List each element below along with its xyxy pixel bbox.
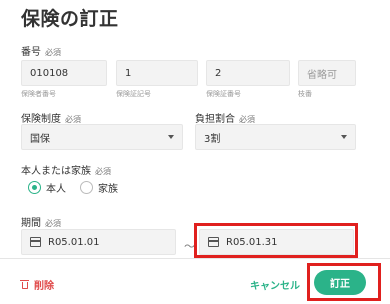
card-number-input[interactable]: 2: [206, 60, 290, 86]
highlight-box-end-date: [194, 223, 358, 258]
required-badge: 必須: [239, 115, 255, 124]
insurance-system-select[interactable]: 国保: [21, 124, 183, 150]
card-symbol-caption: 保険証記号: [116, 90, 151, 98]
system-label: 保険制度 必須: [21, 110, 81, 125]
cancel-button[interactable]: キャンセル: [250, 277, 300, 292]
delete-label: 削除: [34, 281, 54, 292]
period-start-date-input[interactable]: R05.01.01: [21, 229, 176, 255]
delete-button[interactable]: 削除: [20, 277, 54, 292]
chevron-down-icon: [168, 135, 174, 139]
page-title: 保険の訂正: [21, 8, 119, 30]
chevron-down-icon: [341, 135, 347, 139]
calendar-icon: [30, 237, 41, 247]
required-badge: 必須: [95, 167, 111, 176]
period-label-text: 期間: [21, 218, 41, 229]
card-symbol-input[interactable]: 1: [116, 60, 198, 86]
trash-icon: [20, 279, 29, 290]
number-label: 番号 必須: [21, 43, 61, 58]
branch-number-input[interactable]: 省略可: [298, 60, 356, 86]
card-number-caption: 保険証番号: [206, 90, 241, 98]
burden-ratio-select[interactable]: 3割: [195, 124, 356, 150]
radio-selected-icon[interactable]: [28, 181, 41, 194]
footer-divider: [0, 258, 390, 259]
radio-option-family[interactable]: 家族: [80, 180, 118, 195]
insurer-number-input[interactable]: 010108: [21, 60, 107, 86]
relation-label-text: 本人または家族: [21, 166, 91, 177]
required-badge: 必須: [45, 48, 61, 57]
ratio-label: 負担割合 必須: [195, 110, 255, 125]
required-badge: 必須: [45, 219, 61, 228]
insurer-number-caption: 保険者番号: [21, 90, 56, 98]
highlight-box-submit: [307, 263, 381, 301]
branch-number-caption: 枝番: [298, 90, 312, 98]
relation-radio-group: 本人 家族: [28, 180, 126, 195]
period-label: 期間 必須: [21, 214, 61, 229]
relation-label: 本人または家族 必須: [21, 162, 111, 177]
radio-option-label: 本人: [46, 184, 66, 195]
radio-unselected-icon[interactable]: [80, 181, 93, 194]
required-badge: 必須: [65, 115, 81, 124]
period-start-value: R05.01.01: [48, 236, 100, 248]
radio-option-self[interactable]: 本人: [28, 180, 66, 195]
number-label-text: 番号: [21, 47, 41, 58]
radio-option-label: 家族: [98, 184, 118, 195]
burden-ratio-value: 3割: [204, 133, 221, 145]
insurance-system-value: 国保: [30, 133, 50, 145]
